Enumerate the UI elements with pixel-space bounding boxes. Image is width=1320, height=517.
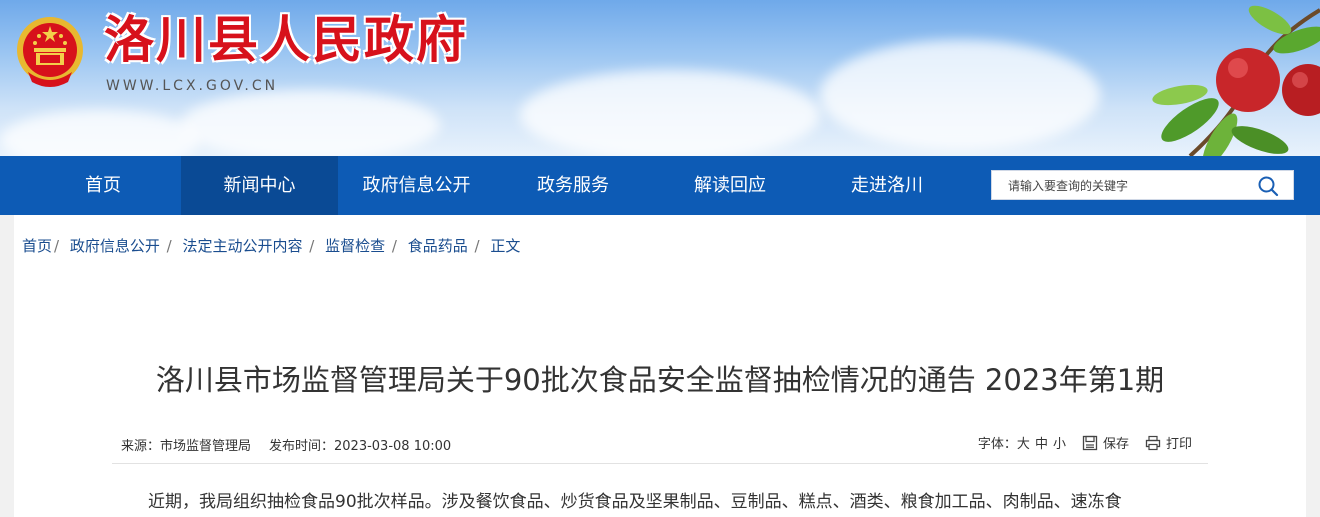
article-meta: 来源：市场监督管理局 发布时间：2023-03-08 10:00 — [121, 435, 451, 454]
apple-branch-decoration — [1152, 5, 1320, 156]
article-source: 来源：市场监督管理局 — [121, 439, 252, 454]
save-icon — [1082, 435, 1098, 450]
breadcrumb-separator: / — [387, 237, 397, 255]
print-label: 打印 — [1165, 437, 1192, 452]
nav-government-services[interactable]: 政务服务 — [494, 156, 652, 215]
cloud-decoration — [520, 70, 820, 156]
breadcrumb-home[interactable]: 首页 — [22, 237, 52, 255]
header-banner: 洛川县人民政府 WWW.LCX.GOV.CN — [0, 0, 1320, 156]
national-emblem-icon — [17, 17, 83, 87]
search-box — [991, 170, 1294, 200]
breadcrumb-separator: / — [469, 237, 480, 255]
site-title[interactable]: 洛川县人民政府 — [104, 10, 468, 70]
cloud-decoration — [180, 90, 440, 156]
breadcrumb: 首页 / 政府信息公开 / 法定主动公开内容 / 监督检查 / 食品药品 / 正文 — [22, 235, 520, 256]
nav-home[interactable]: 首页 — [24, 156, 182, 215]
font-size-medium-button[interactable]: 中 — [1035, 433, 1048, 452]
save-label: 保存 — [1102, 437, 1129, 452]
font-size-label: 字体： — [977, 437, 1017, 452]
search-icon[interactable] — [1257, 175, 1279, 197]
site-url: WWW.LCX.GOV.CN — [106, 78, 279, 94]
breadcrumb-separator: / — [161, 237, 172, 255]
print-icon — [1145, 435, 1161, 450]
breadcrumb-food-drugs[interactable]: 食品药品 — [408, 237, 468, 255]
breadcrumb-separator: / — [54, 237, 60, 255]
breadcrumb-government-info[interactable]: 政府信息公开 — [70, 237, 160, 255]
font-size-large-button[interactable]: 大 — [1017, 433, 1030, 452]
breadcrumb-separator: / — [304, 237, 315, 255]
article-tools: 字体： 大 中 小 保存 打印 — [978, 433, 1192, 452]
nav-about-luochuan[interactable]: 走进洛川 — [808, 156, 966, 215]
breadcrumb-supervision[interactable]: 监督检查 — [325, 237, 385, 255]
save-button[interactable]: 保存 — [1082, 433, 1129, 452]
cloud-decoration — [820, 40, 1100, 150]
cloud-decoration — [0, 110, 200, 156]
content-area: 首页 / 政府信息公开 / 法定主动公开内容 / 监督检查 / 食品药品 / 正文… — [14, 215, 1306, 517]
article-title: 洛川县市场监督管理局关于90批次食品安全监督抽检情况的通告 2023年第1期 — [155, 363, 1165, 397]
font-size-small-button[interactable]: 小 — [1053, 433, 1066, 452]
nav-interpretation[interactable]: 解读回应 — [651, 156, 809, 215]
divider — [112, 463, 1208, 464]
nav-news-center[interactable]: 新闻中心 — [181, 156, 338, 215]
article-publish-time: 发布时间：2023-03-08 10:00 — [269, 439, 452, 454]
breadcrumb-current: 正文 — [490, 237, 521, 255]
nav-government-info[interactable]: 政府信息公开 — [338, 156, 495, 215]
print-button[interactable]: 打印 — [1145, 433, 1192, 452]
breadcrumb-statutory-disclosure[interactable]: 法定主动公开内容 — [182, 237, 302, 255]
article-paragraph: 近期，我局组织抽检食品90批次样品。涉及餐饮食品、炒货食品及坚果制品、豆制品、糕… — [148, 492, 1122, 512]
search-input[interactable] — [1006, 176, 1250, 196]
